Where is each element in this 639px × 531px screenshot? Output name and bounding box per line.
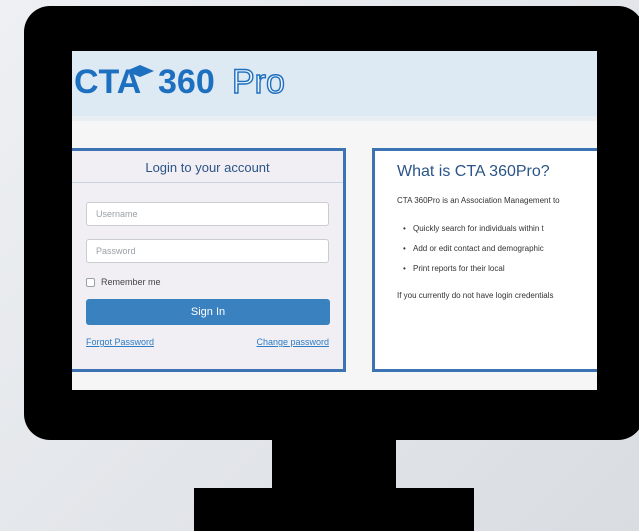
monitor-stand-base — [194, 488, 474, 531]
password-input[interactable] — [86, 239, 329, 263]
info-bullet: Print reports for their local — [403, 264, 505, 273]
svg-text:CTA: CTA — [74, 63, 141, 101]
username-input[interactable] — [86, 202, 329, 226]
remember-me[interactable]: Remember me — [86, 276, 161, 288]
header: CTA 360 Pro — [72, 51, 597, 116]
change-password-link[interactable]: Change password — [256, 337, 329, 347]
cta360pro-logo: CTA 360 Pro — [74, 62, 286, 101]
header-divider — [72, 116, 597, 121]
info-bullet: Quickly search for individuals within t — [403, 224, 544, 233]
svg-text:Pro: Pro — [232, 63, 285, 101]
info-footer: If you currently do not have login crede… — [397, 291, 554, 300]
info-bullet: Add or edit contact and demographic — [403, 244, 544, 253]
info-intro: CTA 360Pro is an Association Management … — [397, 196, 560, 205]
login-panel: Login to your account Remember me Sign I… — [72, 148, 346, 372]
remember-me-checkbox[interactable] — [86, 277, 95, 287]
screen: CTA 360 Pro Login to your account Rememb… — [72, 51, 597, 390]
sign-in-button[interactable]: Sign In — [86, 299, 330, 325]
login-title: Login to your account — [72, 151, 343, 183]
svg-text:360: 360 — [158, 63, 215, 101]
forgot-password-link[interactable]: Forgot Password — [86, 337, 154, 347]
monitor-stand-neck — [272, 438, 396, 490]
info-title: What is CTA 360Pro? — [397, 163, 550, 180]
remember-me-label: Remember me — [101, 277, 161, 287]
info-panel: What is CTA 360Pro? CTA 360Pro is an Ass… — [372, 148, 597, 372]
